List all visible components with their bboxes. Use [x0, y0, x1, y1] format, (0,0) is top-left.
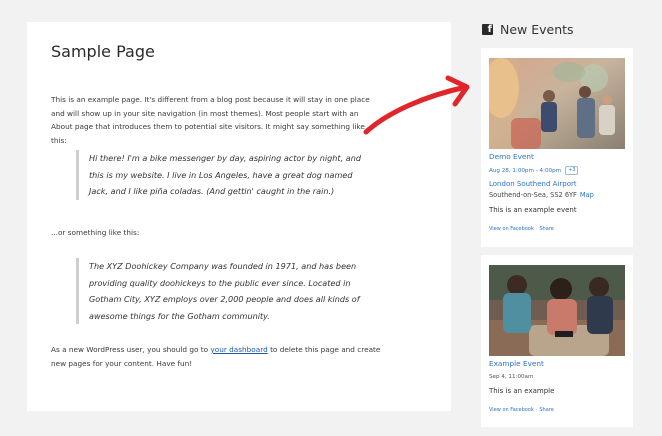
event-1-more-dates-badge[interactable]: +3 [565, 166, 579, 175]
sidebar-heading: f New Events [482, 22, 574, 37]
event-1-links: View on Facebook · Share [489, 226, 554, 232]
event-1-title[interactable]: Demo Event [489, 152, 534, 161]
event-1-photo[interactable] [489, 58, 625, 149]
middle-paragraph: ...or something like this: [51, 228, 140, 237]
event-1-venue[interactable]: London Southend Airport [489, 180, 577, 188]
page-title: Sample Page [51, 42, 155, 61]
event-card-1: Demo Event Aug 28, 1:00pm - 4:00pm +3 Lon… [481, 48, 633, 247]
event-1-view-on-facebook-link[interactable]: View on Facebook [489, 226, 534, 232]
event-2-links: View on Facebook · Share [489, 407, 554, 413]
event-1-map-link[interactable]: Map [580, 191, 594, 199]
event-1-date-row: Aug 28, 1:00pm - 4:00pm +3 [489, 166, 579, 175]
event-1-links-separator: · [535, 226, 538, 232]
event-2-photo[interactable] [489, 265, 625, 356]
outro-text-start: As a new WordPress user, you should go t… [51, 345, 211, 354]
event-2-title[interactable]: Example Event [489, 359, 544, 368]
event-1-description: This is an example event [489, 206, 577, 214]
facebook-icon: f [482, 24, 493, 35]
dashboard-link[interactable]: your dashboard [210, 345, 267, 354]
blockquote-1-text: Hi there! I'm a bike messenger by day, a… [89, 153, 361, 196]
event-2-share-link[interactable]: Share [539, 407, 553, 413]
event-1-address-row: Southend-on-Sea, SS2 6YF Map [489, 191, 594, 199]
blockquote-2-text: The XYZ Doohickey Company was founded in… [89, 261, 360, 321]
event-1-date: Aug 28, 1:00pm - 4:00pm [489, 168, 562, 174]
event-2-description: This is an example [489, 387, 555, 395]
outro-paragraph: As a new WordPress user, you should go t… [51, 343, 381, 370]
blockquote-1: Hi there! I'm a bike messenger by day, a… [76, 150, 374, 200]
event-2-date: Sep 4, 11:00am [489, 374, 534, 380]
event-1-share-link[interactable]: Share [539, 226, 553, 232]
event-2-links-separator: · [535, 407, 538, 413]
event-card-2: Example Event Sep 4, 11:00am This is an … [481, 255, 633, 427]
event-1-address: Southend-on-Sea, SS2 6YF [489, 191, 577, 199]
blockquote-2: The XYZ Doohickey Company was founded in… [76, 258, 374, 324]
intro-paragraph: This is an example page. It's different … [51, 95, 370, 145]
event-2-view-on-facebook-link[interactable]: View on Facebook [489, 407, 534, 413]
sidebar-title: New Events [500, 22, 574, 37]
